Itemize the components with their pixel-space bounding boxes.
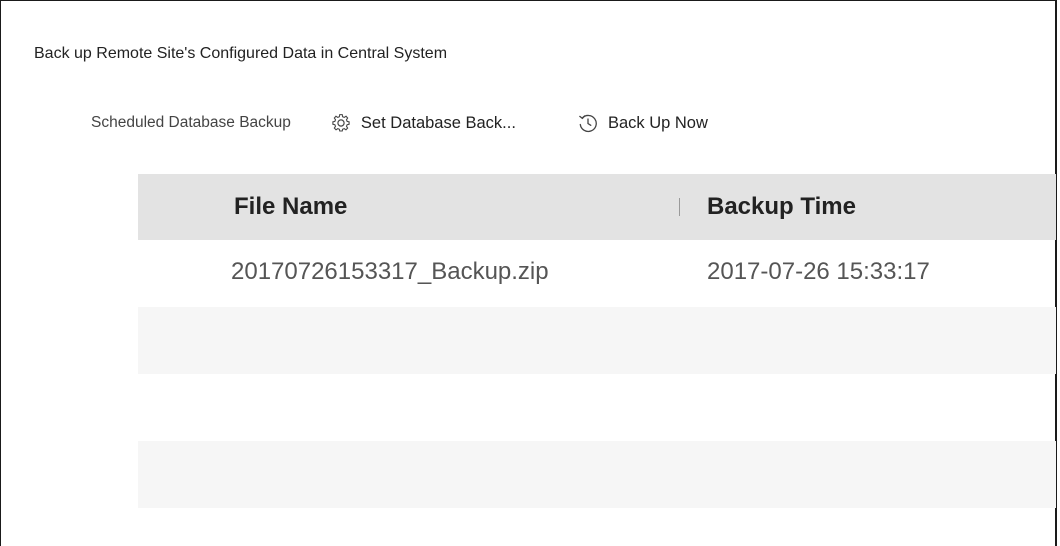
gear-icon bbox=[331, 113, 351, 133]
back-up-now-button[interactable]: Back Up Now bbox=[578, 113, 708, 133]
backup-toolbar: Scheduled Database Backup Set Database B… bbox=[91, 109, 708, 137]
scheduled-backup-label: Scheduled Database Backup bbox=[91, 114, 291, 131]
back-up-now-label: Back Up Now bbox=[607, 113, 708, 132]
backup-table: File Name Backup Time 20170726153317_Bac… bbox=[138, 174, 1056, 508]
table-row[interactable] bbox=[138, 374, 1056, 441]
section-title: Back up Remote Site's Configured Data in… bbox=[34, 45, 448, 62]
column-header-backup-time[interactable]: Backup Time bbox=[707, 193, 856, 221]
file-name-cell: 20170726153317_Backup.zip bbox=[231, 258, 549, 285]
column-resize-handle[interactable] bbox=[679, 198, 680, 216]
history-icon bbox=[578, 113, 598, 133]
table-header: File Name Backup Time bbox=[138, 174, 1056, 240]
table-row[interactable] bbox=[138, 441, 1056, 508]
backup-panel: Back up Remote Site's Configured Data in… bbox=[0, 0, 1057, 546]
set-database-backup-button[interactable]: Set Database Back... bbox=[331, 113, 516, 133]
set-database-backup-label: Set Database Back... bbox=[360, 113, 516, 132]
backup-time-cell: 2017-07-26 15:33:17 bbox=[707, 258, 930, 285]
table-row[interactable] bbox=[138, 307, 1056, 374]
column-header-file-name[interactable]: File Name bbox=[234, 193, 347, 221]
table-row[interactable]: 20170726153317_Backup.zip 2017-07-26 15:… bbox=[138, 240, 1056, 307]
